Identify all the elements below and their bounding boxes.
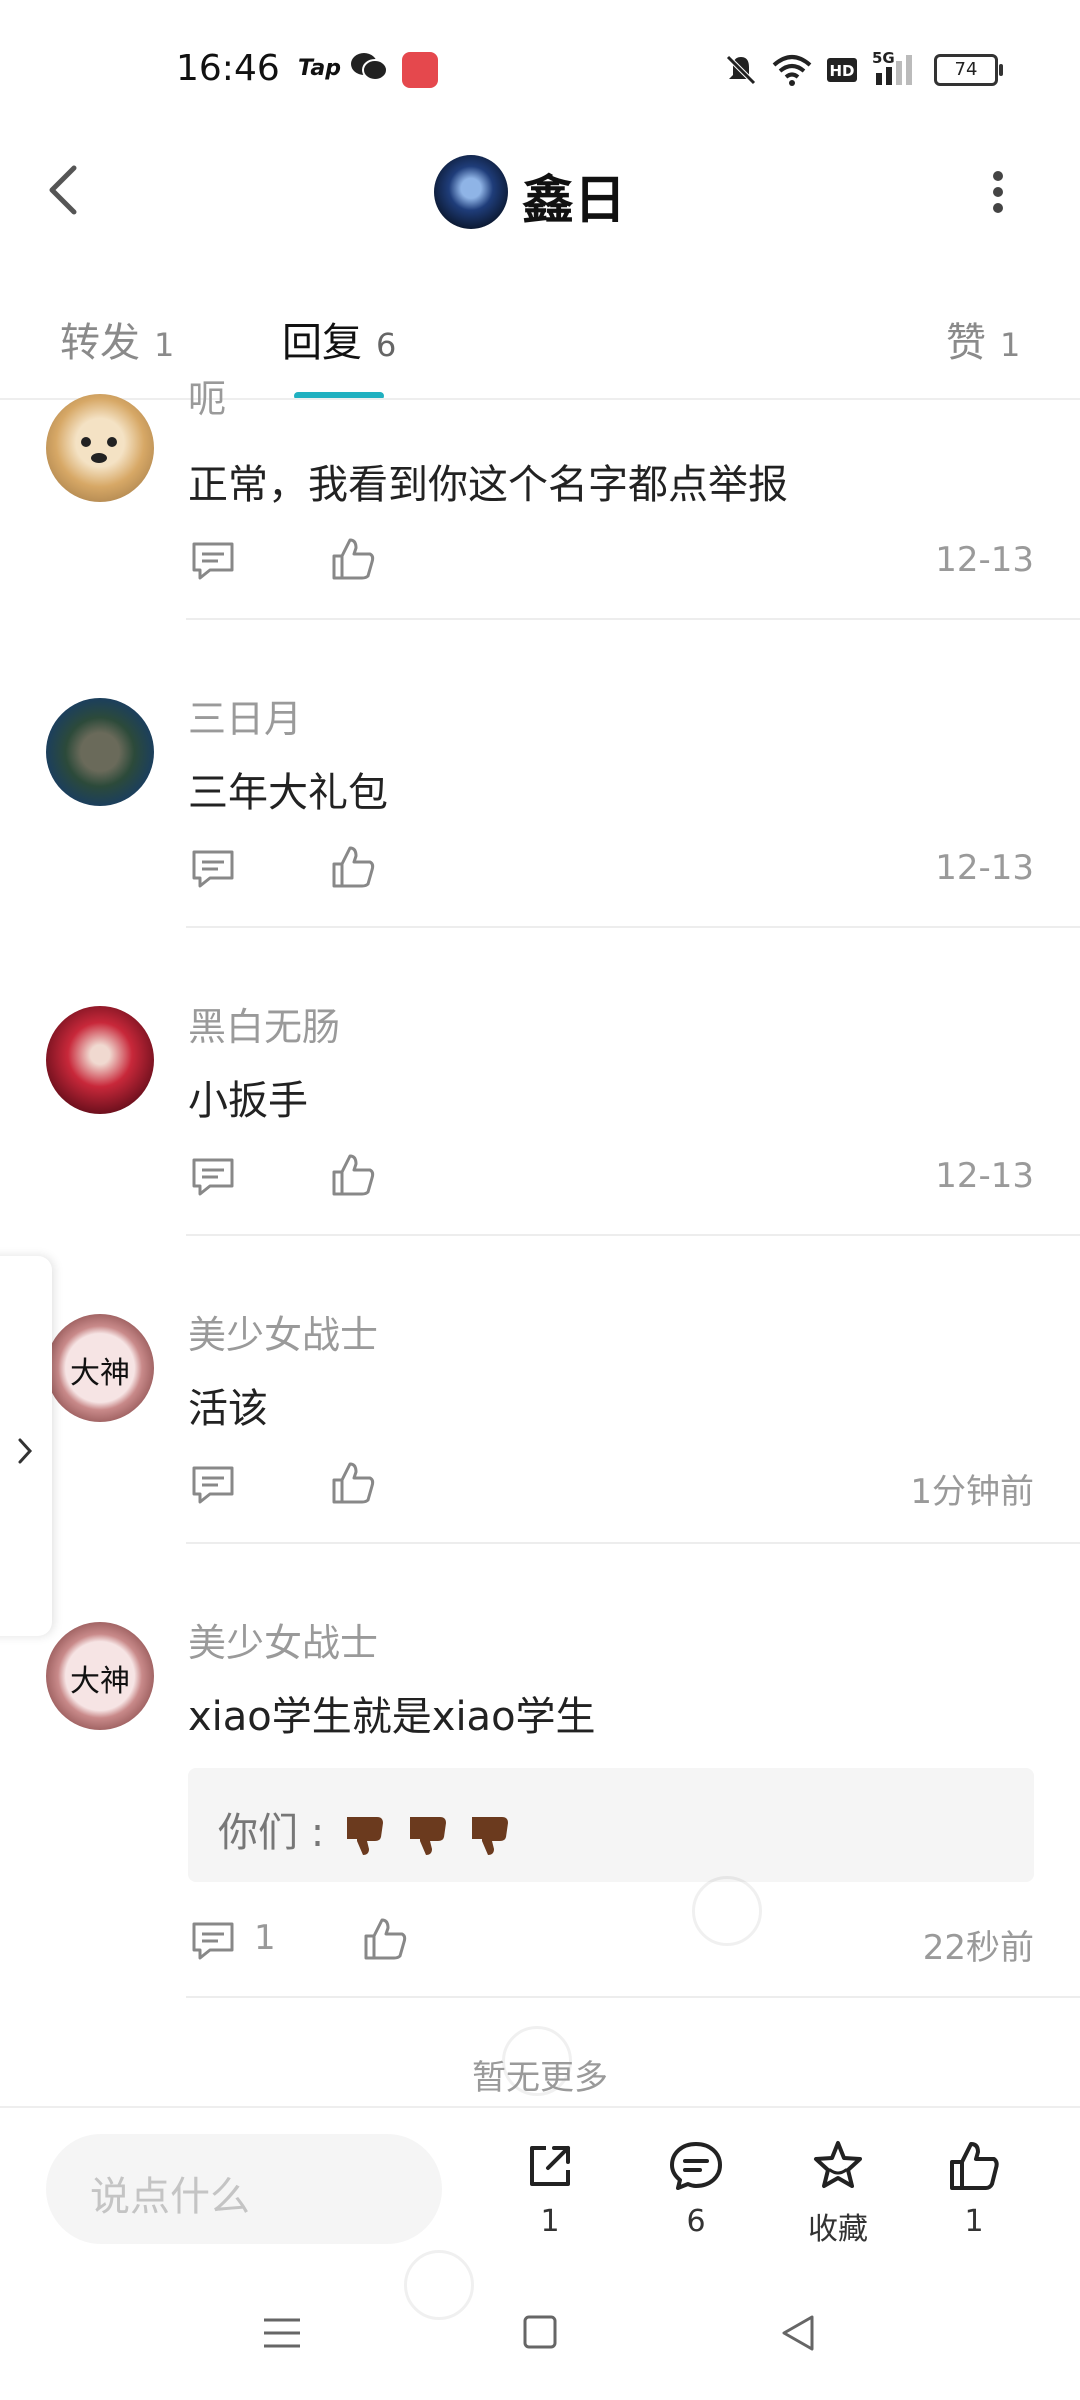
like-icon[interactable] bbox=[330, 1152, 376, 1198]
tab-like[interactable]: 赞1 bbox=[946, 310, 1020, 368]
dog-avatar[interactable] bbox=[46, 394, 154, 502]
comment-text: 三年大礼包 bbox=[188, 770, 388, 816]
touch-indicator bbox=[692, 1876, 762, 1946]
thumbs-down-icon bbox=[472, 1817, 509, 1855]
reply-icon[interactable] bbox=[190, 540, 236, 582]
like-count: 1 bbox=[964, 2204, 984, 2239]
quote-prefix: 你们 : bbox=[218, 1810, 325, 1856]
comment-text: 正常，我看到你这个名字都点举报 bbox=[188, 462, 788, 508]
comment-text: xiao学生就是xiao学生 bbox=[188, 1694, 596, 1740]
hd-icon: HD bbox=[827, 58, 857, 82]
tab-label: 转发 bbox=[60, 320, 140, 366]
comment-item: 三日月 三年大礼包 12-13 bbox=[0, 688, 1080, 928]
comment-time: 12-13 bbox=[935, 848, 1034, 888]
dragon-avatar[interactable] bbox=[46, 1006, 154, 1114]
end-of-list-text: 暂无更多 bbox=[472, 2058, 608, 2098]
comment-item: 大神 美少女战士 xiao学生就是xiao学生 你们 : 1 22秒前 bbox=[0, 1612, 1080, 2002]
comment-item: 呃 正常，我看到你这个名字都点举报 12-13 bbox=[0, 380, 1080, 620]
status-indicators: HD 5G 74 bbox=[724, 49, 1003, 90]
svg-text:HD: HD bbox=[829, 62, 854, 80]
mute-icon bbox=[726, 55, 756, 85]
comment-icon bbox=[670, 2142, 722, 2190]
collect-button[interactable]: 收藏 bbox=[788, 2138, 888, 2248]
divider bbox=[186, 1234, 1080, 1236]
battery-indicator: 74 bbox=[934, 54, 1003, 86]
comment-author[interactable]: 美少女战士 bbox=[188, 1612, 378, 1667]
signal-icon: 5G bbox=[872, 49, 920, 87]
like-icon[interactable] bbox=[330, 536, 376, 582]
divider bbox=[186, 926, 1080, 928]
comment-button[interactable]: 6 bbox=[646, 2138, 746, 2239]
dashen-avatar[interactable]: 大神 bbox=[46, 1314, 154, 1422]
wifi-icon bbox=[772, 55, 812, 86]
chevron-right-icon[interactable] bbox=[16, 1436, 34, 1466]
tab-count: 1 bbox=[154, 326, 175, 364]
tab-count: 6 bbox=[376, 326, 397, 364]
comment-time: 22秒前 bbox=[922, 1928, 1034, 1968]
tab-count: 1 bbox=[1000, 326, 1021, 364]
reply-icon[interactable] bbox=[190, 1464, 236, 1506]
comment-item: 大神 美少女战士 活该 1分钟前 bbox=[0, 1304, 1080, 1544]
user-avatar[interactable] bbox=[434, 155, 508, 229]
thumbs-down-icon bbox=[409, 1817, 446, 1855]
quoted-reply-text: 你们 : bbox=[218, 1800, 512, 1858]
back-triangle-icon[interactable] bbox=[780, 2314, 816, 2352]
share-count: 1 bbox=[540, 2204, 560, 2239]
collect-label: 收藏 bbox=[808, 2212, 868, 2247]
comment-time: 12-13 bbox=[935, 1156, 1034, 1196]
tab-label: 赞 bbox=[946, 320, 986, 366]
comment-text: 活该 bbox=[188, 1386, 268, 1432]
like-icon bbox=[950, 2142, 999, 2190]
quoted-reply[interactable]: 你们 : bbox=[188, 1768, 1034, 1882]
app-notification-icon bbox=[402, 52, 438, 88]
like-icon[interactable] bbox=[330, 844, 376, 890]
menu-icon[interactable] bbox=[262, 2316, 302, 2350]
comment-count: 6 bbox=[686, 2204, 706, 2239]
back-arrow-icon[interactable] bbox=[44, 160, 84, 220]
reply-count: 1 bbox=[254, 1918, 276, 1958]
star-icon bbox=[814, 2141, 862, 2188]
tab-forward[interactable]: 转发 1 bbox=[60, 310, 174, 368]
comment-author[interactable]: 黑白无肠 bbox=[188, 996, 340, 1051]
divider bbox=[186, 1542, 1080, 1544]
touch-indicator bbox=[404, 2250, 474, 2320]
comment-time: 1分钟前 bbox=[910, 1472, 1034, 1512]
status-time: 16:46 bbox=[176, 48, 280, 89]
page-title[interactable]: 鑫日 bbox=[522, 158, 626, 233]
avatar-text: 大神 bbox=[70, 1664, 130, 1699]
home-icon[interactable] bbox=[522, 2314, 558, 2350]
like-icon[interactable] bbox=[362, 1916, 408, 1962]
more-options-icon[interactable] bbox=[992, 170, 1004, 214]
tab-label: 回复 bbox=[282, 320, 362, 366]
comment-item: 黑白无肠 小扳手 12-13 bbox=[0, 996, 1080, 1236]
wechat-icon bbox=[351, 53, 388, 81]
comment-author[interactable]: 美少女战士 bbox=[188, 1304, 378, 1359]
share-button[interactable]: 1 bbox=[500, 2138, 600, 2239]
reply-icon[interactable] bbox=[190, 848, 236, 890]
status-bar: 16:46 Tap HD 5G 74 bbox=[0, 0, 1080, 130]
avatar-text: 大神 bbox=[70, 1356, 130, 1391]
divider bbox=[186, 1996, 1080, 1998]
like-button[interactable]: 1 bbox=[924, 2138, 1024, 2239]
thumbs-down-icon bbox=[346, 1817, 383, 1855]
planet-avatar[interactable] bbox=[46, 698, 154, 806]
comment-input-placeholder: 说点什么 bbox=[90, 2174, 250, 2220]
divider bbox=[186, 618, 1080, 620]
like-icon[interactable] bbox=[330, 1460, 376, 1506]
comment-text: 小扳手 bbox=[188, 1078, 308, 1124]
share-icon bbox=[530, 2146, 570, 2186]
comment-time: 12-13 bbox=[935, 540, 1034, 580]
reply-icon[interactable] bbox=[190, 1156, 236, 1198]
dashen-avatar[interactable]: 大神 bbox=[46, 1622, 154, 1730]
reply-icon[interactable] bbox=[190, 1920, 236, 1962]
comment-author[interactable]: 呃 bbox=[188, 380, 226, 423]
comment-author[interactable]: 三日月 bbox=[188, 688, 302, 743]
tab-reply[interactable]: 回复 6 bbox=[282, 310, 396, 368]
tap-app-icon: Tap bbox=[298, 56, 341, 81]
